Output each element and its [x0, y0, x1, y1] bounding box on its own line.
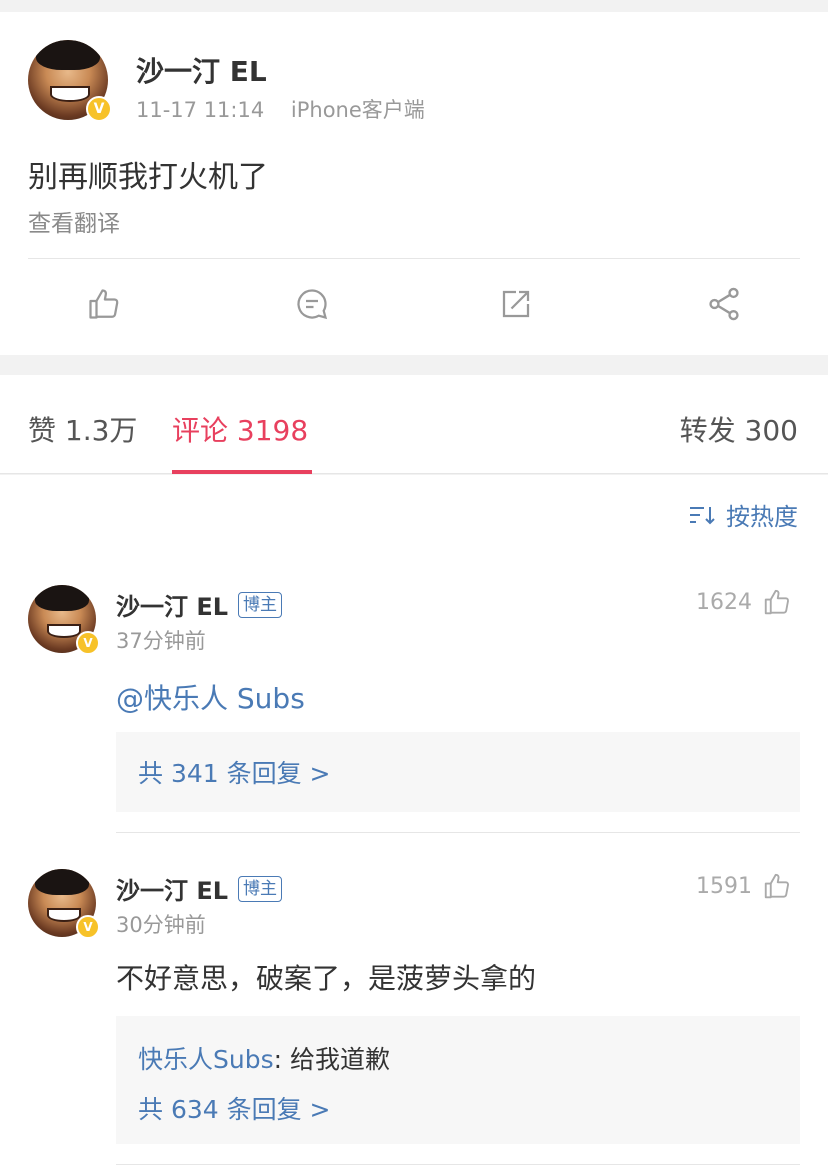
reply-author[interactable]: 快乐人Subs [138, 1045, 274, 1074]
share-button[interactable] [704, 284, 744, 324]
post-action-bar [0, 274, 828, 344]
comment-button[interactable] [292, 284, 332, 324]
comment-author-avatar[interactable]: V [28, 869, 100, 939]
reply-count-link[interactable]: 共 341 条回复 > [116, 754, 331, 790]
thumbs-up-icon [762, 587, 792, 617]
divider [28, 258, 800, 259]
post-card: V 沙一汀 EL 11-17 11:14 iPhone客户端 别再顺我打火机了 … [0, 12, 828, 355]
comment-item: V 沙一汀 EL 博主 30分钟前 1591 不好意思，破案了，是菠萝头拿的 快… [0, 869, 828, 1169]
sort-label: 按热度 [726, 503, 798, 531]
like-button[interactable] [84, 284, 124, 324]
active-tab-indicator [172, 470, 312, 474]
comment-icon [297, 289, 328, 320]
comment-time: 30分钟前 [116, 913, 206, 937]
reply-text: : 给我道歉 [273, 1045, 390, 1074]
comment-text: 不好意思，破案了，是菠萝头拿的 [116, 962, 537, 995]
divider [116, 832, 800, 833]
post-text: 别再顺我打火机了 [28, 160, 268, 195]
sort-icon [688, 503, 718, 527]
tab-comments[interactable]: 评论 3198 [172, 409, 308, 449]
sort-button[interactable]: 按热度 [688, 497, 798, 532]
verified-badge-icon: V [76, 915, 100, 939]
top-strip [0, 0, 828, 12]
verified-badge-icon: V [76, 631, 100, 655]
comment-author[interactable]: 沙一汀 EL 博主 [116, 587, 283, 622]
post-author-avatar[interactable]: V [28, 40, 112, 122]
post-time: 11-17 11:14 [136, 98, 265, 122]
host-badge: 博主 [238, 875, 283, 902]
divider [116, 1164, 800, 1165]
comment-author-name: 沙一汀 EL [116, 877, 229, 905]
reply-preview-box[interactable]: 快乐人Subs: 给我道歉 共 634 条回复 > [116, 1016, 800, 1144]
repost-icon [502, 290, 530, 318]
share-icon [709, 287, 739, 321]
translate-link[interactable]: 查看翻译 [28, 204, 120, 238]
thumbs-up-icon [89, 289, 119, 319]
comment-author-avatar[interactable]: V [28, 585, 100, 655]
host-badge: 博主 [238, 591, 283, 618]
comment-text[interactable]: @快乐人 Subs [116, 677, 305, 717]
comment-author[interactable]: 沙一汀 EL 博主 [116, 871, 283, 906]
comment-like-count: 1624 [696, 589, 752, 615]
thumbs-up-icon [762, 871, 792, 901]
post-author-name[interactable]: 沙一汀 EL [136, 50, 267, 90]
repost-button[interactable] [496, 284, 536, 324]
comment-like-button[interactable]: 1591 [696, 871, 792, 901]
engagement-tabs: 赞 1.3万 评论 3198 转发 300 [0, 375, 828, 474]
verified-badge-icon: V [86, 96, 112, 122]
comment-time: 37分钟前 [116, 629, 206, 653]
tab-reposts[interactable]: 转发 300 [680, 409, 798, 449]
comments-section: 按热度 V 沙一汀 EL 博主 37分钟前 1624 @快乐人 Subs 共 3… [0, 475, 828, 1169]
post-source: iPhone客户端 [290, 98, 425, 122]
post-meta: 11-17 11:14 iPhone客户端 [136, 94, 425, 124]
reply-preview: 快乐人Subs: 给我道歉 [116, 1040, 800, 1076]
reply-preview-box[interactable]: 共 341 条回复 > [116, 732, 800, 812]
comment-item: V 沙一汀 EL 博主 37分钟前 1624 @快乐人 Subs 共 341 条… [0, 585, 828, 835]
comment-author-name: 沙一汀 EL [116, 593, 229, 621]
comment-like-count: 1591 [696, 873, 752, 899]
reply-count-link[interactable]: 共 634 条回复 > [116, 1090, 800, 1126]
tab-likes[interactable]: 赞 1.3万 [28, 409, 137, 449]
comment-like-button[interactable]: 1624 [696, 587, 792, 617]
